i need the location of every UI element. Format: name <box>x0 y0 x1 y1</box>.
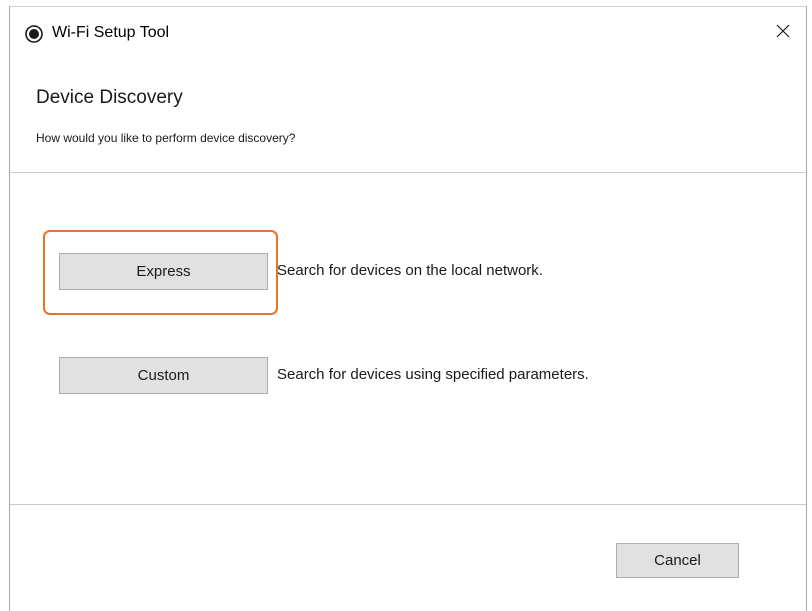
express-description: Search for devices on the local network. <box>277 262 543 279</box>
cancel-button[interactable]: Cancel <box>616 543 739 578</box>
page-subtitle: How would you like to perform device dis… <box>36 131 296 145</box>
close-x-icon <box>776 24 790 43</box>
express-button[interactable]: Express <box>59 253 268 290</box>
radio-record-icon <box>25 25 43 43</box>
window-title: Wi-Fi Setup Tool <box>52 24 170 41</box>
custom-button[interactable]: Custom <box>59 357 268 394</box>
dialog-window: Wi-Fi Setup Tool Device Discovery How wo… <box>9 6 807 611</box>
header-divider <box>10 172 806 173</box>
footer-divider <box>10 504 806 505</box>
title-bar: Wi-Fi Setup Tool <box>10 7 806 59</box>
close-button[interactable] <box>760 13 806 53</box>
option-express-row: Express Search for devices on the local … <box>10 253 806 297</box>
custom-description: Search for devices using specified param… <box>277 366 589 383</box>
page-header: Device Discovery How would you like to p… <box>10 59 806 173</box>
option-custom-row: Custom Search for devices using specifie… <box>10 357 806 401</box>
page-title: Device Discovery <box>36 87 183 108</box>
